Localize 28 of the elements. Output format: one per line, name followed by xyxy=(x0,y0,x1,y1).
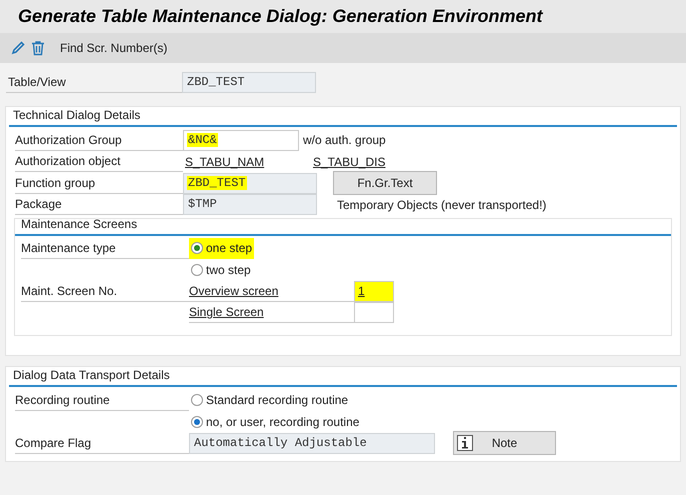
input-field[interactable]: ZBD_TEST xyxy=(182,72,316,94)
radio-button[interactable]: Standard recording routine xyxy=(189,390,350,411)
button[interactable]: Note xyxy=(453,431,556,456)
link[interactable]: S_TABU_NAM xyxy=(185,152,313,171)
input-field[interactable]: 1 xyxy=(354,280,394,302)
find-screen-numbers-button[interactable]: Find Scr. Number(s) xyxy=(60,39,168,57)
info-icon xyxy=(457,435,473,452)
field-note: w/o auth. group xyxy=(303,132,386,150)
field-note: Temporary Objects (never transported!) xyxy=(337,196,546,214)
section-title: Dialog Data Transport Details xyxy=(12,366,171,384)
input-field[interactable]: $TMP xyxy=(183,194,317,216)
radio-button[interactable]: one step xyxy=(189,238,254,259)
field-label: Maint. Screen No. xyxy=(21,280,189,302)
pencil-icon[interactable] xyxy=(10,40,26,56)
input-field[interactable] xyxy=(354,302,394,324)
radio-button[interactable]: no, or user, recording routine xyxy=(189,411,362,432)
section-title: Technical Dialog Details xyxy=(12,106,142,124)
input-field[interactable]: Automatically Adjustable xyxy=(189,432,435,454)
input-field[interactable]: ZBD_TEST xyxy=(183,172,317,194)
button[interactable]: Fn.Gr.Text xyxy=(333,171,437,196)
field-label: Authorization object xyxy=(15,151,183,172)
trash-icon[interactable] xyxy=(30,40,46,56)
section-title: Maintenance Screens xyxy=(20,216,138,232)
window-title: Generate Table Maintenance Dialog: Generation Environment xyxy=(0,0,686,33)
field-label: Recording routine xyxy=(15,390,189,411)
link[interactable]: S_TABU_DIS xyxy=(313,152,386,171)
radio-button[interactable]: two step xyxy=(189,259,253,280)
input-field[interactable]: &NC& xyxy=(183,130,299,151)
